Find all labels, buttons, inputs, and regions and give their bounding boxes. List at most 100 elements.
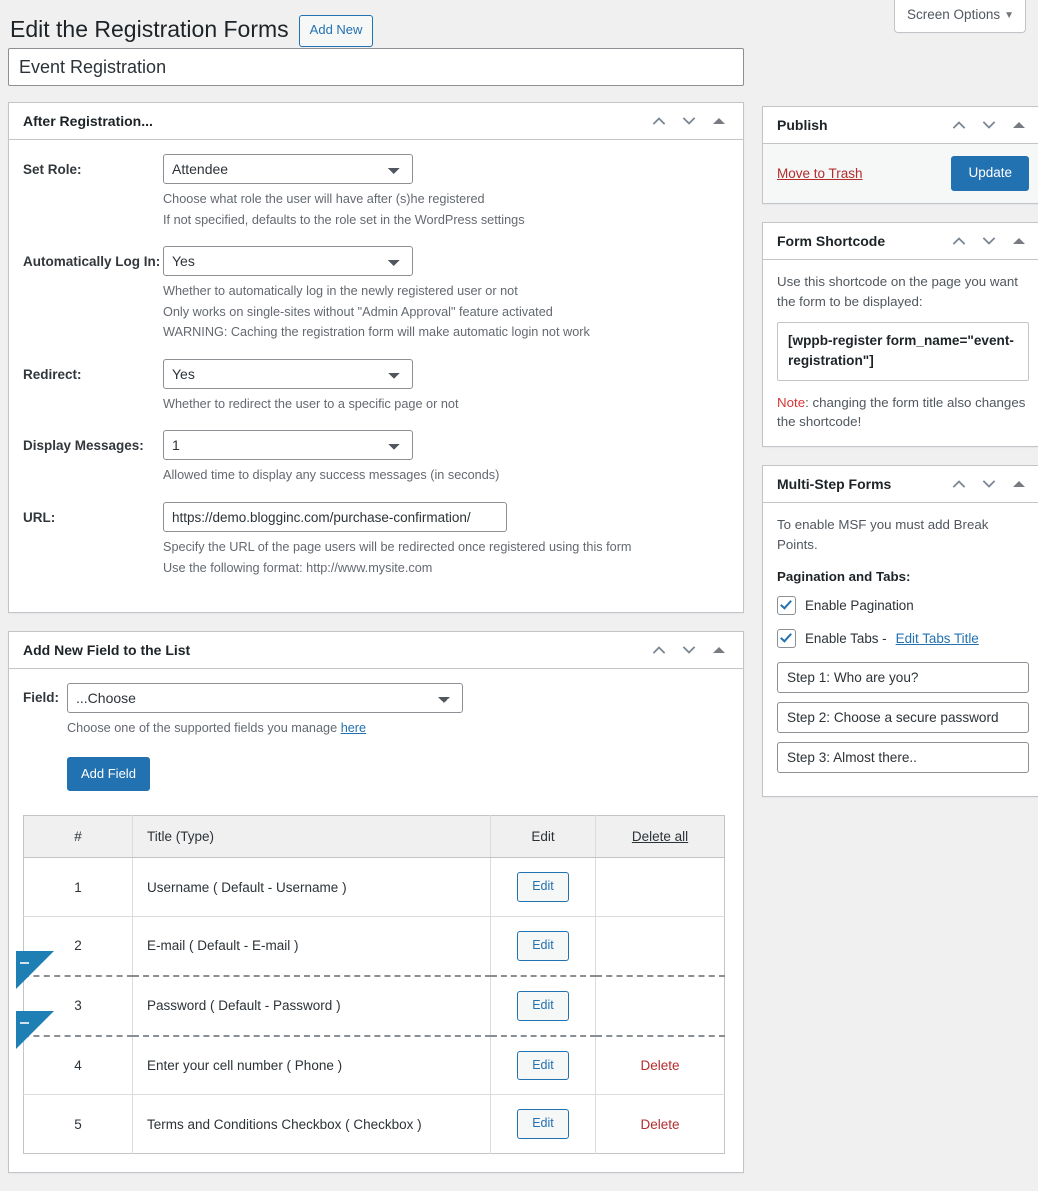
cell-edit: Edit: [490, 975, 596, 1037]
move-down-icon[interactable]: [975, 111, 1003, 139]
table-header-row: # Title (Type) Edit Delete all: [23, 815, 725, 859]
hint-line: Whether to redirect the user to a specif…: [163, 396, 459, 411]
move-down-icon[interactable]: [675, 107, 703, 135]
add-new-button[interactable]: Add New: [298, 15, 374, 47]
edit-button[interactable]: Edit: [517, 1050, 569, 1081]
control-set-role: Attendee Choose what role the user will …: [163, 154, 729, 230]
panel-header-actions: [945, 111, 1033, 139]
collapse-toggle-icon[interactable]: [1005, 111, 1033, 139]
row-url: URL: Specify the URL of the page users w…: [23, 502, 729, 578]
hint-line: Use the following format: http://www.mys…: [163, 560, 433, 575]
panel-header-actions: [945, 470, 1033, 498]
collapse-toggle-icon[interactable]: [1005, 227, 1033, 255]
panel-title: Multi-Step Forms: [777, 476, 892, 493]
screen-options-button[interactable]: Screen Options ▼: [894, 0, 1026, 33]
move-up-icon[interactable]: [945, 470, 973, 498]
collapse-toggle-icon[interactable]: [1005, 470, 1033, 498]
edit-button[interactable]: Edit: [517, 1109, 569, 1140]
panel-header-after-registration: After Registration...: [9, 103, 743, 140]
header-edit: Edit: [490, 815, 596, 859]
edit-button[interactable]: Edit: [517, 990, 569, 1021]
cell-title: Enter your cell number ( Phone ): [132, 1035, 491, 1096]
enable-tabs-checkbox[interactable]: [777, 629, 796, 649]
panel-title: Add New Field to the List: [23, 642, 191, 659]
delete-all-link[interactable]: Delete all: [632, 829, 688, 844]
delete-link[interactable]: Delete: [640, 1058, 679, 1073]
hint-line: Whether to automatically log in the newl…: [163, 284, 518, 299]
shortcode-value[interactable]: [wppb-register form_name="event-registra…: [777, 322, 1029, 381]
cell-number: 2: [16, 916, 133, 989]
move-up-icon[interactable]: [945, 111, 973, 139]
move-to-trash-link[interactable]: Move to Trash: [777, 166, 863, 181]
hint-auto-login: Whether to automatically log in the newl…: [163, 281, 729, 343]
edit-button[interactable]: Edit: [517, 931, 569, 961]
collapse-toggle-icon[interactable]: [705, 107, 733, 135]
screen-options-container: Screen Options ▼: [894, 0, 1026, 33]
enable-pagination-checkbox[interactable]: [777, 596, 796, 616]
auto-login-select[interactable]: Yes: [163, 246, 413, 277]
move-up-icon[interactable]: [645, 107, 673, 135]
shortcode-description: Use this shortcode on the page you want …: [777, 274, 1018, 310]
fields-table-head: # Title (Type) Edit Delete all: [23, 815, 725, 859]
panel-header-multi-step-forms: Multi-Step Forms: [763, 466, 1038, 504]
panel-body-add-new-field: Field: ...Choose Choose one of the suppo…: [9, 669, 743, 1172]
control-display-messages: 1 Allowed time to display any success me…: [163, 430, 729, 486]
table-row: 1 Username ( Default - Username ) Edit: [23, 857, 725, 918]
header-delete-all: Delete all: [595, 815, 725, 859]
cell-edit: Edit: [490, 1094, 596, 1154]
step-3-input[interactable]: [777, 742, 1029, 774]
control-field: ...Choose Choose one of the supported fi…: [67, 683, 729, 792]
url-input[interactable]: [163, 502, 507, 533]
move-up-icon[interactable]: [645, 636, 673, 664]
header-number: #: [23, 815, 133, 859]
redirect-select[interactable]: Yes: [163, 358, 413, 389]
note-keyword: Note: [777, 394, 806, 410]
cell-number: 4: [23, 1035, 133, 1096]
shortcode-note: Note: changing the form title also chang…: [777, 393, 1029, 433]
update-button[interactable]: Update: [951, 156, 1029, 192]
sidebar-column: Publish Move to Trash Update Form Shortc…: [762, 48, 1038, 815]
step-1-input[interactable]: [777, 662, 1029, 694]
supported-fields-link[interactable]: here: [341, 721, 366, 735]
collapse-toggle-icon[interactable]: [705, 636, 733, 664]
set-role-select[interactable]: Attendee: [163, 154, 413, 184]
edit-tabs-title-link[interactable]: Edit Tabs Title: [896, 631, 979, 646]
control-url: Specify the URL of the page users will b…: [163, 502, 729, 578]
page-header: Edit the Registration Forms Add New: [8, 8, 1026, 48]
step-2-input[interactable]: [777, 702, 1029, 734]
edit-button[interactable]: Edit: [517, 872, 569, 903]
label-set-role: Set Role:: [23, 162, 82, 177]
hint-set-role: Choose what role the user will have afte…: [163, 189, 729, 230]
hint-line: Choose what role the user will have afte…: [163, 192, 485, 206]
table-row: 2 E-mail ( Default - E-mail ) Edit: [16, 916, 725, 989]
move-down-icon[interactable]: [675, 636, 703, 664]
cell-title: E-mail ( Default - E-mail ): [132, 916, 491, 977]
delete-link[interactable]: Delete: [640, 1117, 679, 1132]
add-field-button[interactable]: Add Field: [67, 756, 150, 792]
move-down-icon[interactable]: [975, 227, 1003, 255]
field-type-select[interactable]: ...Choose: [67, 683, 463, 714]
page-title: Edit the Registration Forms: [10, 16, 289, 43]
fields-table-body: 1 Username ( Default - Username ) Edit 2: [16, 857, 725, 1154]
panel-header-actions: [645, 107, 733, 135]
move-up-icon[interactable]: [945, 227, 973, 255]
panel-title: Form Shortcode: [777, 233, 886, 250]
form-title-input[interactable]: [8, 48, 744, 86]
cell-delete: Delete: [596, 1095, 725, 1154]
cell-delete: [595, 975, 725, 1037]
control-redirect: Yes Whether to redirect the user to a sp…: [163, 358, 729, 415]
hint-line: Allowed time to display any success mess…: [163, 468, 500, 483]
panel-add-new-field: Add New Field to the List Field: ...Choo…: [8, 631, 744, 1174]
move-down-icon[interactable]: [975, 470, 1003, 498]
hint-field: Choose one of the supported fields you m…: [67, 718, 729, 739]
row-set-role: Set Role: Attendee Choose what role the …: [23, 154, 729, 230]
main-column: After Registration... Set Role: [8, 48, 744, 1191]
cell-title: Terms and Conditions Checkbox ( Checkbox…: [132, 1094, 491, 1154]
panel-after-registration: After Registration... Set Role: Attendee…: [8, 102, 744, 614]
chevron-down-icon: ▼: [1004, 10, 1014, 21]
row-field-choose: Field: ...Choose Choose one of the suppo…: [23, 683, 729, 792]
display-messages-select[interactable]: 1: [163, 430, 413, 461]
panel-form-shortcode: Form Shortcode Use this shortcode on the…: [762, 222, 1038, 448]
cell-number-value: 3: [74, 998, 82, 1014]
label-field: Field:: [23, 690, 59, 706]
